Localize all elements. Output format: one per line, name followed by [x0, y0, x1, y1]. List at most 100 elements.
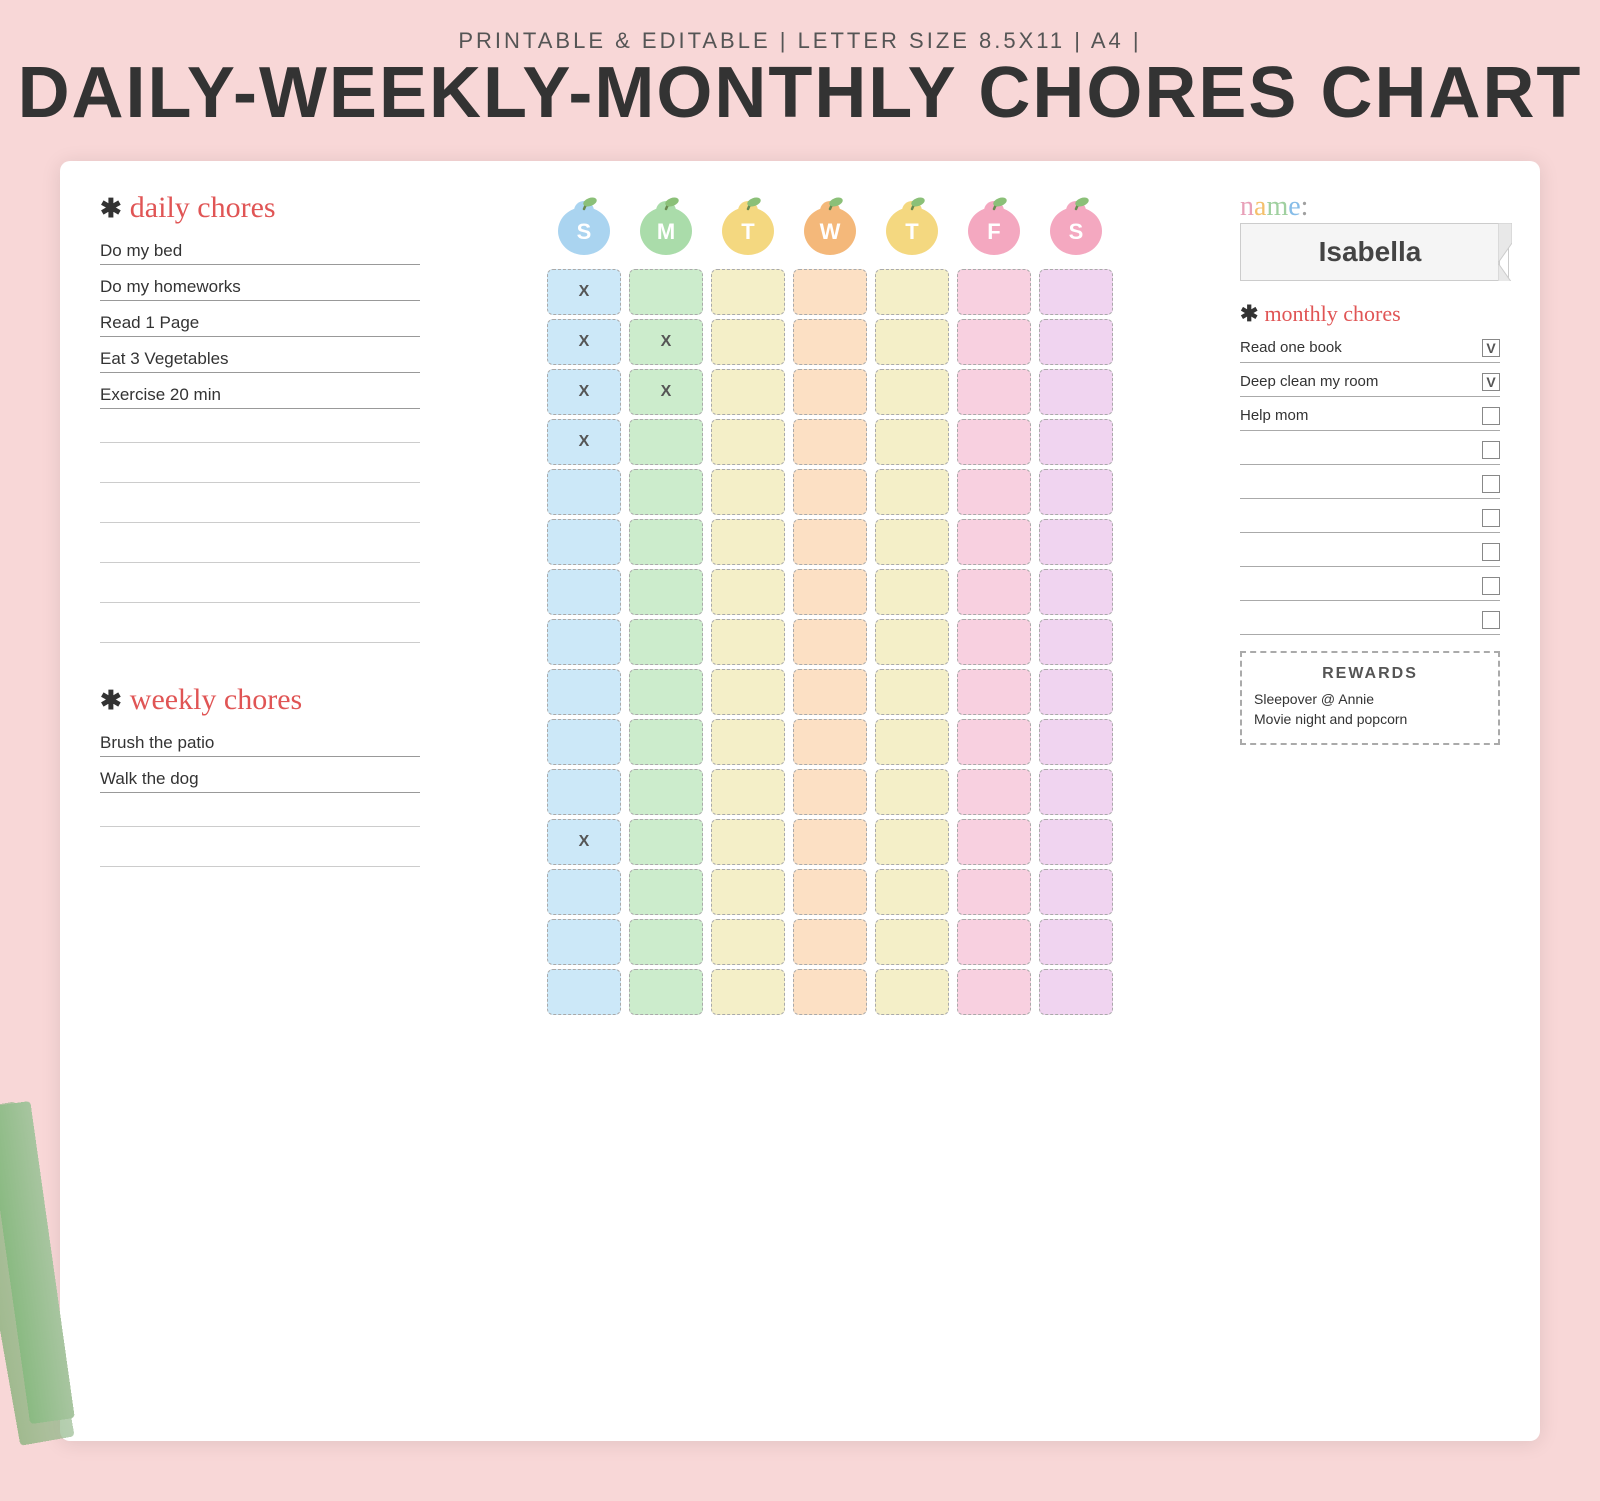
grid-cell[interactable]: [711, 819, 785, 865]
grid-cell[interactable]: [957, 769, 1031, 815]
grid-cell[interactable]: [1039, 269, 1113, 315]
monthly-chore-checkbox[interactable]: [1482, 611, 1500, 629]
grid-cell[interactable]: [875, 319, 949, 365]
grid-cell[interactable]: [547, 469, 621, 515]
grid-cell[interactable]: [875, 819, 949, 865]
grid-cell[interactable]: [711, 319, 785, 365]
grid-cell[interactable]: [957, 919, 1031, 965]
grid-cell[interactable]: [629, 569, 703, 615]
grid-cell[interactable]: [1039, 469, 1113, 515]
grid-cell[interactable]: [711, 719, 785, 765]
grid-cell[interactable]: [793, 769, 867, 815]
grid-cell[interactable]: [957, 419, 1031, 465]
grid-cell[interactable]: [793, 819, 867, 865]
grid-cell[interactable]: [547, 769, 621, 815]
grid-cell[interactable]: [629, 769, 703, 815]
grid-cell[interactable]: [711, 769, 785, 815]
grid-cell[interactable]: [1039, 719, 1113, 765]
grid-cell[interactable]: [1039, 319, 1113, 365]
grid-cell[interactable]: [957, 669, 1031, 715]
grid-cell[interactable]: [547, 969, 621, 1015]
grid-cell[interactable]: [629, 919, 703, 965]
grid-cell[interactable]: [957, 719, 1031, 765]
grid-cell[interactable]: [1039, 969, 1113, 1015]
grid-cell[interactable]: [1039, 669, 1113, 715]
grid-cell[interactable]: [793, 469, 867, 515]
monthly-chore-checkbox[interactable]: [1482, 407, 1500, 425]
grid-cell[interactable]: [793, 419, 867, 465]
grid-cell[interactable]: [793, 269, 867, 315]
grid-cell[interactable]: [875, 769, 949, 815]
grid-cell[interactable]: [793, 569, 867, 615]
grid-cell[interactable]: [793, 719, 867, 765]
grid-cell[interactable]: [629, 519, 703, 565]
grid-cell[interactable]: [793, 369, 867, 415]
grid-cell[interactable]: [1039, 869, 1113, 915]
grid-cell[interactable]: [793, 669, 867, 715]
grid-cell[interactable]: [547, 669, 621, 715]
grid-cell[interactable]: [957, 619, 1031, 665]
grid-cell[interactable]: [629, 819, 703, 865]
grid-cell[interactable]: X: [547, 269, 621, 315]
grid-cell[interactable]: X: [547, 819, 621, 865]
grid-cell[interactable]: [957, 819, 1031, 865]
grid-cell[interactable]: [875, 269, 949, 315]
grid-cell[interactable]: [629, 619, 703, 665]
grid-cell[interactable]: [547, 569, 621, 615]
grid-cell[interactable]: [711, 669, 785, 715]
monthly-chore-checkbox[interactable]: V: [1482, 373, 1500, 391]
grid-cell[interactable]: [875, 519, 949, 565]
grid-cell[interactable]: [1039, 769, 1113, 815]
monthly-chore-checkbox[interactable]: [1482, 509, 1500, 527]
grid-cell[interactable]: [629, 269, 703, 315]
monthly-chore-checkbox[interactable]: [1482, 475, 1500, 493]
grid-cell[interactable]: [1039, 619, 1113, 665]
grid-cell[interactable]: X: [547, 319, 621, 365]
grid-cell[interactable]: [957, 869, 1031, 915]
grid-cell[interactable]: [957, 469, 1031, 515]
grid-cell[interactable]: [1039, 519, 1113, 565]
grid-cell[interactable]: [875, 919, 949, 965]
grid-cell[interactable]: [629, 869, 703, 915]
grid-cell[interactable]: [875, 619, 949, 665]
grid-cell[interactable]: [547, 519, 621, 565]
grid-cell[interactable]: [711, 519, 785, 565]
grid-cell[interactable]: [875, 369, 949, 415]
grid-cell[interactable]: [547, 869, 621, 915]
grid-cell[interactable]: [629, 719, 703, 765]
grid-cell[interactable]: [875, 969, 949, 1015]
grid-cell[interactable]: [711, 369, 785, 415]
grid-cell[interactable]: [957, 369, 1031, 415]
grid-cell[interactable]: [793, 969, 867, 1015]
grid-cell[interactable]: X: [629, 319, 703, 365]
grid-cell[interactable]: [957, 569, 1031, 615]
grid-cell[interactable]: [875, 869, 949, 915]
grid-cell[interactable]: [875, 419, 949, 465]
grid-cell[interactable]: [957, 319, 1031, 365]
grid-cell[interactable]: [793, 919, 867, 965]
grid-cell[interactable]: [875, 569, 949, 615]
grid-cell[interactable]: X: [547, 419, 621, 465]
grid-cell[interactable]: [711, 619, 785, 665]
grid-cell[interactable]: [629, 669, 703, 715]
grid-cell[interactable]: [793, 869, 867, 915]
grid-cell[interactable]: [957, 969, 1031, 1015]
grid-cell[interactable]: [875, 669, 949, 715]
grid-cell[interactable]: [629, 419, 703, 465]
grid-cell[interactable]: [547, 919, 621, 965]
grid-cell[interactable]: [711, 969, 785, 1015]
grid-cell[interactable]: [1039, 419, 1113, 465]
grid-cell[interactable]: [875, 719, 949, 765]
grid-cell[interactable]: [793, 319, 867, 365]
grid-cell[interactable]: [793, 619, 867, 665]
monthly-chore-checkbox[interactable]: V: [1482, 339, 1500, 357]
grid-cell[interactable]: [629, 469, 703, 515]
grid-cell[interactable]: [957, 519, 1031, 565]
grid-cell[interactable]: [547, 719, 621, 765]
grid-cell[interactable]: [1039, 369, 1113, 415]
grid-cell[interactable]: [1039, 569, 1113, 615]
monthly-chore-checkbox[interactable]: [1482, 441, 1500, 459]
grid-cell[interactable]: X: [547, 369, 621, 415]
grid-cell[interactable]: [629, 969, 703, 1015]
grid-cell[interactable]: [1039, 819, 1113, 865]
